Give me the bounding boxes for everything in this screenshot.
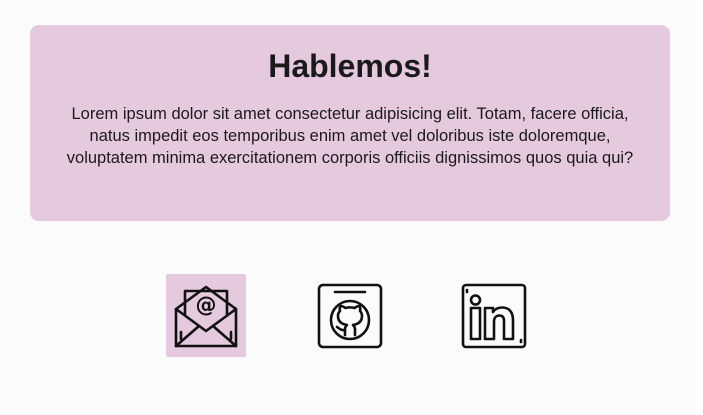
github-link-button[interactable] bbox=[310, 274, 390, 357]
email-icon: @ bbox=[174, 285, 238, 347]
linkedin-icon bbox=[461, 283, 527, 348]
svg-text:@: @ bbox=[196, 293, 217, 317]
github-icon bbox=[317, 283, 383, 348]
page-edge-strip bbox=[697, 0, 703, 415]
email-link-button[interactable]: @ bbox=[166, 274, 246, 357]
contact-description: Lorem ipsum dolor sit amet consectetur a… bbox=[66, 105, 634, 167]
linkedin-link-button[interactable] bbox=[454, 274, 534, 357]
contact-card: Hablemos! Lorem ipsum dolor sit amet con… bbox=[30, 25, 670, 221]
contact-title: Hablemos! bbox=[268, 48, 432, 84]
